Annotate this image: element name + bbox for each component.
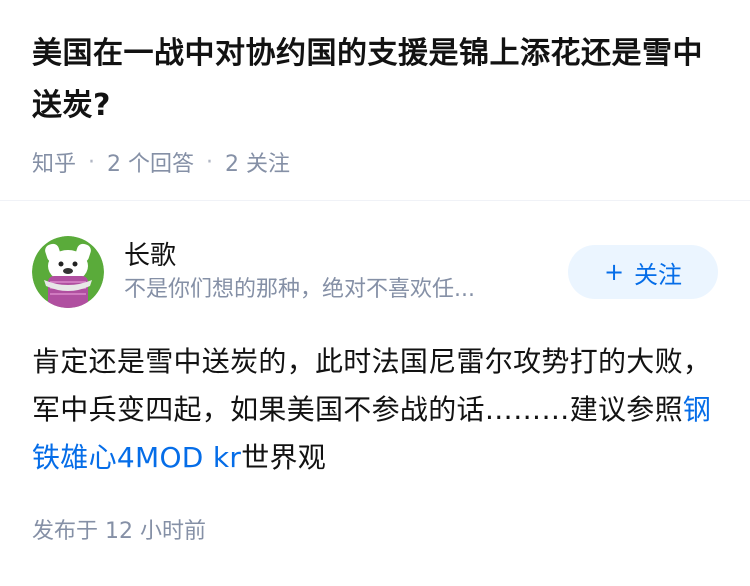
section-divider (0, 200, 750, 201)
answer-text: 肯定还是雪中送炭的，此时法国尼雷尔攻势打的大败，军中兵变四起，如果美国不参战的话… (32, 345, 712, 426)
question-meta: 知乎 · 2 个回答 · 2 关注 (32, 144, 722, 180)
author-name[interactable]: 长歌 (124, 238, 568, 274)
author-bio: 不是你们想的那种，绝对不喜欢任... (124, 277, 475, 302)
author-row: 长歌 不是你们想的那种，绝对不喜欢任... + 关注 (32, 234, 718, 310)
author-info: 长歌 不是你们想的那种，绝对不喜欢任... (124, 238, 568, 306)
answer-content[interactable]: 肯定还是雪中送炭的，此时法国尼雷尔攻势打的大败，军中兵变四起，如果美国不参战的话… (32, 338, 718, 482)
follow-button-label: 关注 (634, 260, 683, 289)
answers-count[interactable]: 2 个回答 (107, 146, 194, 178)
answer-card: 长歌 不是你们想的那种，绝对不喜欢任... + 关注 肯定还是雪中送炭的，此时法… (32, 234, 718, 482)
cartoon-character-avatar-icon[interactable] (32, 236, 104, 308)
source-label[interactable]: 知乎 (32, 146, 76, 178)
publish-time: 发布于 12 小时前 (32, 519, 206, 544)
meta-separator: · (206, 149, 214, 175)
question-header: 美国在一战中对协约国的支援是锦上添花还是雪中送炭? 知乎 · 2 个回答 · 2… (32, 28, 722, 180)
answer-text-tail: 世界观 (241, 441, 327, 474)
question-title[interactable]: 美国在一战中对协约国的支援是锦上添花还是雪中送炭? (32, 28, 722, 132)
followers-count[interactable]: 2 关注 (225, 146, 290, 178)
meta-separator: · (88, 149, 96, 175)
follow-button[interactable]: + 关注 (568, 245, 718, 299)
plus-icon: + (603, 258, 625, 286)
